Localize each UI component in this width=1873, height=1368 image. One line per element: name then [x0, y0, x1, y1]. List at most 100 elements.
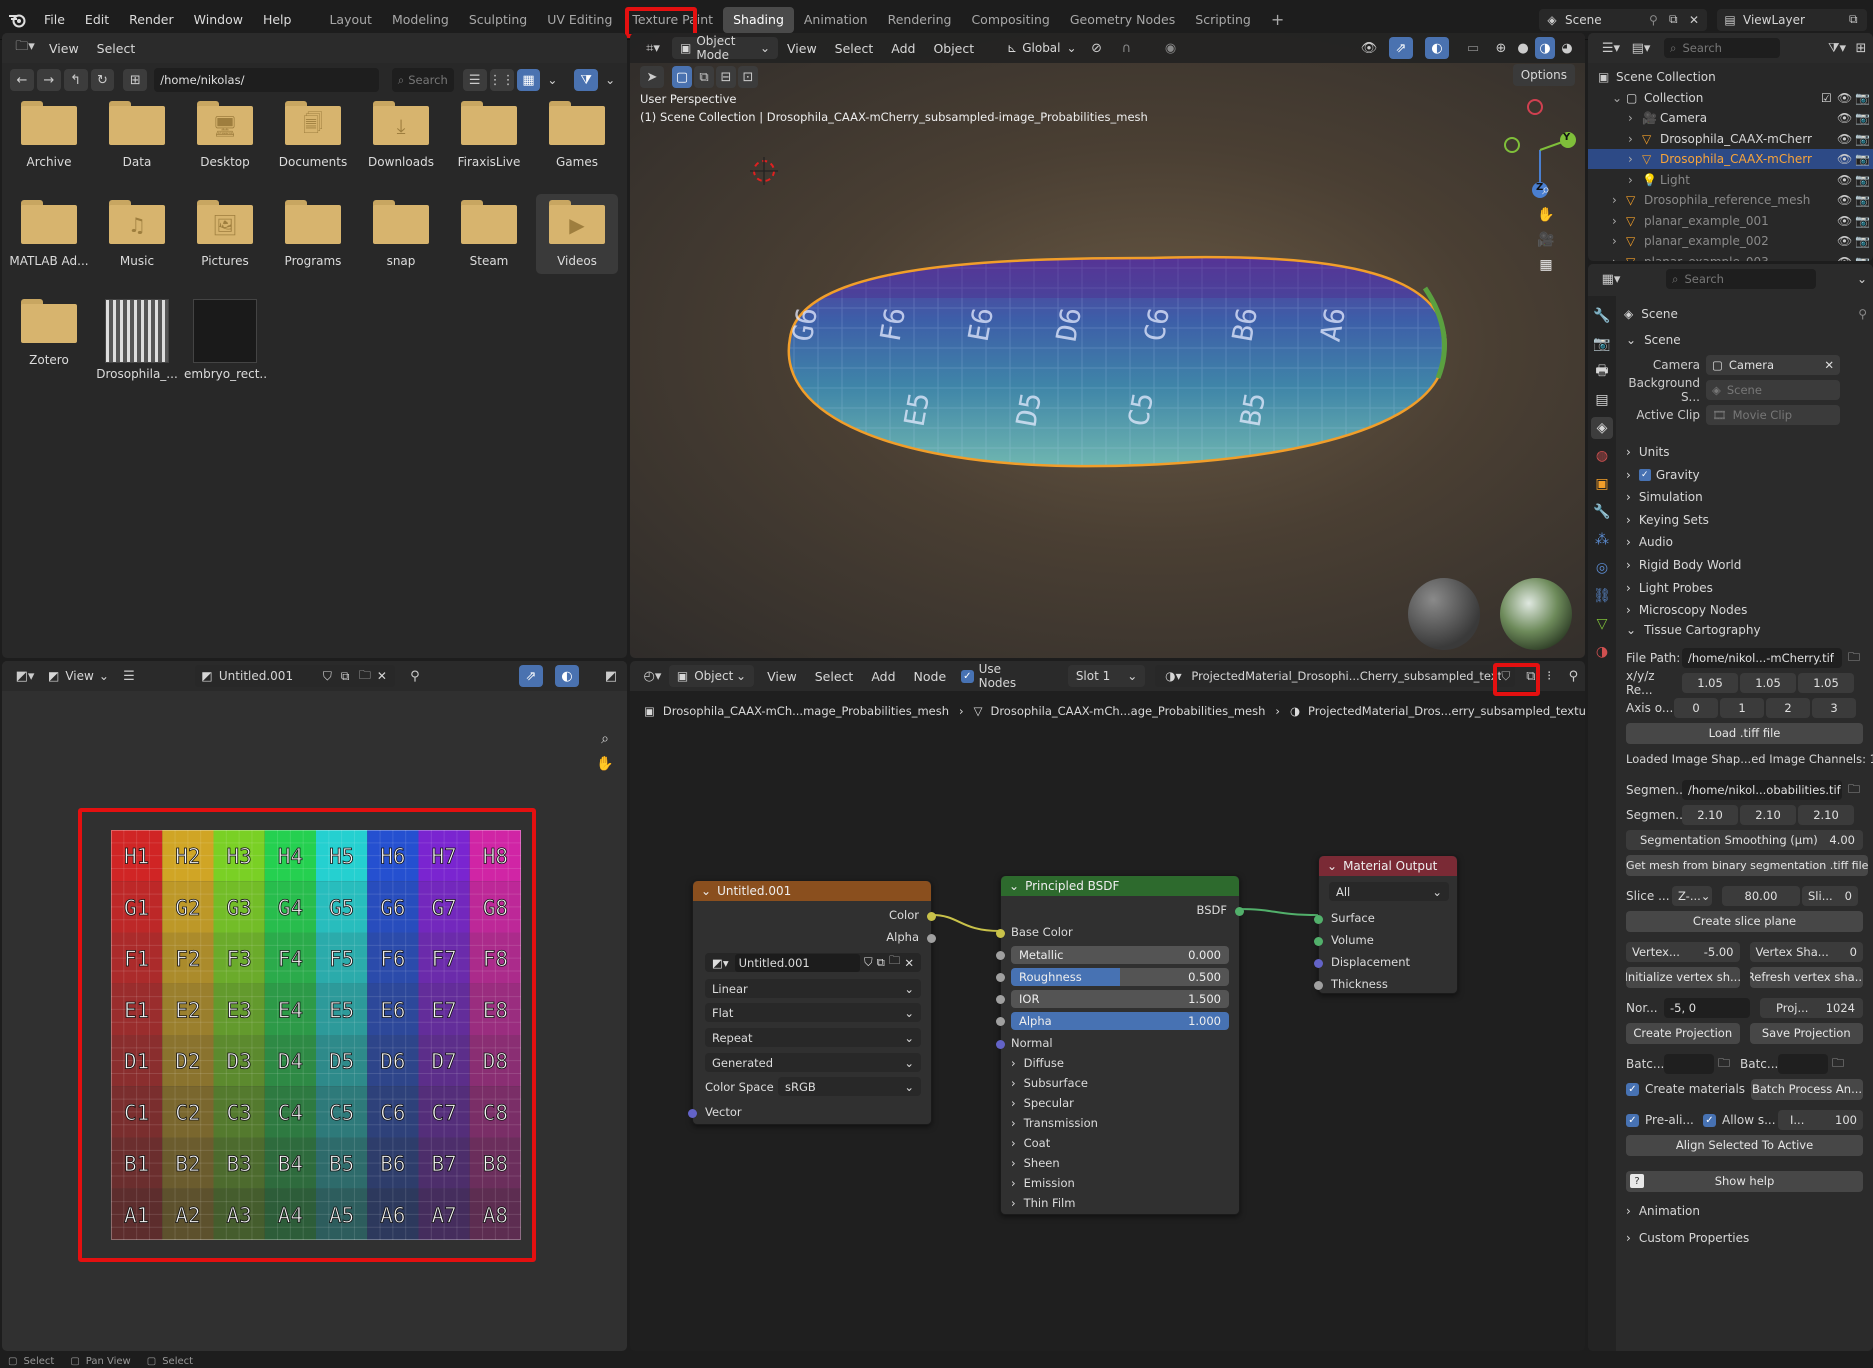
y-resolution-field[interactable]: 1.05 [1740, 673, 1796, 693]
slice-position-field[interactable]: 80.00 [1722, 886, 1800, 906]
checkbox-checked-icon[interactable]: ☑ [1821, 91, 1837, 105]
outliner-search-input[interactable]: ⌕ Search [1664, 38, 1780, 58]
duplicate-image-icon[interactable]: ⧉ [341, 669, 359, 684]
file-item[interactable]: ▶ Videos [536, 194, 618, 274]
batch-process-button[interactable]: Batch Process An... [1751, 1078, 1863, 1100]
folder-browse-icon[interactable]: 🗀 [1832, 1054, 1844, 1075]
segm-x-field[interactable]: 2.10 [1682, 805, 1738, 825]
camera-view-icon[interactable]: 🎥 [1535, 229, 1557, 251]
gizmo-toggle-icon[interactable]: ⇗ [1389, 37, 1413, 59]
visibility-eye-icon[interactable]: 👁 [1837, 173, 1855, 187]
visibility-eye-icon[interactable]: 👁 [1837, 255, 1855, 262]
render-camera-icon[interactable]: 📷 [1855, 111, 1873, 125]
collapsed-panel-header[interactable]: › Keying Sets [1626, 508, 1865, 532]
file-path-field[interactable]: /home/nikol...-mCherry.tif [1682, 648, 1842, 668]
file-item[interactable]: 🖥 Desktop [184, 101, 266, 169]
checkbox-checked-icon[interactable]: ✓ [1638, 468, 1651, 481]
metallic-input-socket[interactable] [996, 951, 1005, 960]
displacement-input-socket[interactable] [1314, 959, 1323, 968]
file-item[interactable]: embryo_rect... [184, 299, 266, 381]
tool-tab-icon[interactable]: 🔧 [1591, 305, 1613, 327]
folder-browse-icon[interactable]: 🗀 [1848, 780, 1860, 801]
scene-panel-header[interactable]: ⌄ Scene [1626, 328, 1865, 352]
image-datablock[interactable]: ◩ Untitled.001 ⛉ ⧉ 🗀 ✕ [194, 665, 395, 687]
chevron-right-icon[interactable]: › [1628, 173, 1642, 187]
chevron-right-icon[interactable]: › [1612, 234, 1626, 248]
delete-scene-icon[interactable]: ✕ [1689, 13, 1707, 27]
overlay-toggle-icon[interactable]: ◐ [1425, 37, 1449, 59]
outliner-display-mode-icon[interactable]: ▤▾ [1626, 37, 1656, 59]
tab-uv-editing[interactable]: UV Editing [537, 7, 622, 33]
filter-icon[interactable]: ⧩ [574, 69, 599, 91]
view-layer-tab-icon[interactable]: ▤ [1591, 389, 1613, 411]
render-camera-icon[interactable]: 📷 [1855, 234, 1873, 248]
back-icon[interactable]: ← [10, 69, 34, 91]
list-view-icon[interactable]: ☰ [462, 69, 487, 91]
forward-icon[interactable]: → [36, 69, 61, 91]
menu-window[interactable]: Window [184, 12, 253, 27]
axis-field-3[interactable]: 3 [1812, 698, 1856, 718]
collapsed-panel-header[interactable]: › Audio [1626, 530, 1865, 554]
ior-slider[interactable]: IOR 1.500 [1011, 990, 1229, 1008]
file-item[interactable]: Games [536, 101, 618, 169]
pin-icon[interactable]: ⚲ [1858, 307, 1867, 321]
file-item[interactable]: Data [96, 101, 178, 169]
file-item[interactable]: Drosophila_... [96, 299, 178, 381]
z-resolution-field[interactable]: 1.05 [1798, 673, 1854, 693]
get-mesh-button[interactable]: Get mesh from binary segmentation .tiff … [1626, 854, 1869, 876]
outliner-row[interactable]: › ▽ Drosophila_CAAX-mCherr 👁 📷 [1588, 129, 1873, 149]
parent-dir-icon[interactable]: ↰ [63, 69, 88, 91]
duplicate-image-icon[interactable]: ⧉ [877, 955, 885, 970]
visibility-eye-icon[interactable]: 👁 [1837, 111, 1855, 125]
chevron-right-icon[interactable]: › [1612, 255, 1626, 262]
3d-cursor-icon[interactable] [750, 157, 778, 185]
menu-edit[interactable]: Edit [75, 12, 119, 27]
rendered-shading-icon[interactable]: ◕ [1557, 37, 1577, 59]
image-gizmo-icon[interactable]: ⇗ [519, 665, 543, 687]
image-texture-node[interactable]: ⌄ Untitled.001 Color Alpha ◩▾ Untitled.00… [688, 880, 936, 1125]
world-tab-icon[interactable]: ◍ [1591, 445, 1613, 467]
uv-grid-image[interactable]: H1 H2 H3 H4 H5 H6 H7 H8 G1 G2 G3 G4 G5 G6 G7 G8 F1 F2 F3 F4… [111, 830, 521, 1240]
visibility-eye-icon[interactable]: 👁 [1837, 91, 1855, 105]
create-projection-button[interactable]: Create Projection [1626, 1022, 1740, 1044]
material-tab-icon[interactable]: ◑ [1591, 641, 1613, 663]
collapsed-panel-header[interactable]: › Light Probes [1626, 576, 1865, 600]
axis-field-0[interactable]: 0 [1674, 698, 1718, 718]
bsdf-subpanel[interactable]: › Sheen [1011, 1156, 1060, 1170]
visibility-eye-icon[interactable]: 👁 [1837, 193, 1855, 207]
file-item[interactable]: 🖼 Pictures [184, 200, 266, 268]
tab-modeling[interactable]: Modeling [382, 7, 459, 33]
file-item[interactable]: ⤓ Downloads [360, 101, 442, 169]
select-box-icon[interactable]: ▢ [672, 66, 692, 88]
render-camera-icon[interactable]: 📷 [1855, 255, 1873, 262]
visibility-icon[interactable]: 👁 [1357, 37, 1381, 59]
roughness-input-socket[interactable] [996, 973, 1005, 982]
data-tab-icon[interactable]: ▽ [1591, 613, 1613, 635]
outliner-row[interactable]: › 🎥 Camera 👁 📷 [1588, 108, 1873, 128]
collapsed-panel-header[interactable]: › ✓ Gravity [1626, 463, 1865, 487]
render-camera-icon[interactable]: 📷 [1855, 193, 1873, 207]
outliner-row[interactable]: › ▽ Drosophila_CAAX-mCherr 👁 📷 [1588, 149, 1873, 169]
chevron-right-icon[interactable]: › [1612, 214, 1626, 228]
alpha-input-socket[interactable] [996, 1017, 1005, 1026]
chevron-right-icon[interactable]: › [1628, 152, 1642, 166]
image-pin-icon[interactable]: ⚲ [403, 665, 427, 687]
bsdf-subpanel[interactable]: › Diffuse [1011, 1056, 1064, 1070]
color-output-socket[interactable] [927, 912, 936, 921]
file-item[interactable]: Zotero [8, 299, 90, 367]
outliner-row[interactable]: ▣ Scene Collection [1588, 67, 1873, 87]
segm-z-field[interactable]: 2.10 [1798, 805, 1854, 825]
visibility-eye-icon[interactable]: 👁 [1837, 234, 1855, 248]
object-mode-dropdown[interactable]: ▣ Object Mode ⌄ [672, 34, 778, 62]
new-folder-icon[interactable]: ⊞ [123, 69, 148, 91]
collapsed-panel-header[interactable]: › Rigid Body World [1626, 553, 1865, 577]
pan-hand-icon[interactable]: ✋ [1535, 204, 1557, 226]
open-image-icon[interactable]: 🗀 [889, 953, 901, 972]
image-zoom-icon[interactable]: ⌕ [594, 728, 616, 750]
file-item[interactable]: 🗐 Documents [272, 101, 354, 169]
iterations-field[interactable]: I... 100 [1778, 1110, 1863, 1130]
blender-logo-icon[interactable] [0, 12, 34, 28]
file-view-menu[interactable]: View [40, 41, 88, 56]
render-camera-icon[interactable]: 📷 [1855, 173, 1873, 187]
chevron-down-icon[interactable]: ⌄ [1857, 272, 1873, 286]
